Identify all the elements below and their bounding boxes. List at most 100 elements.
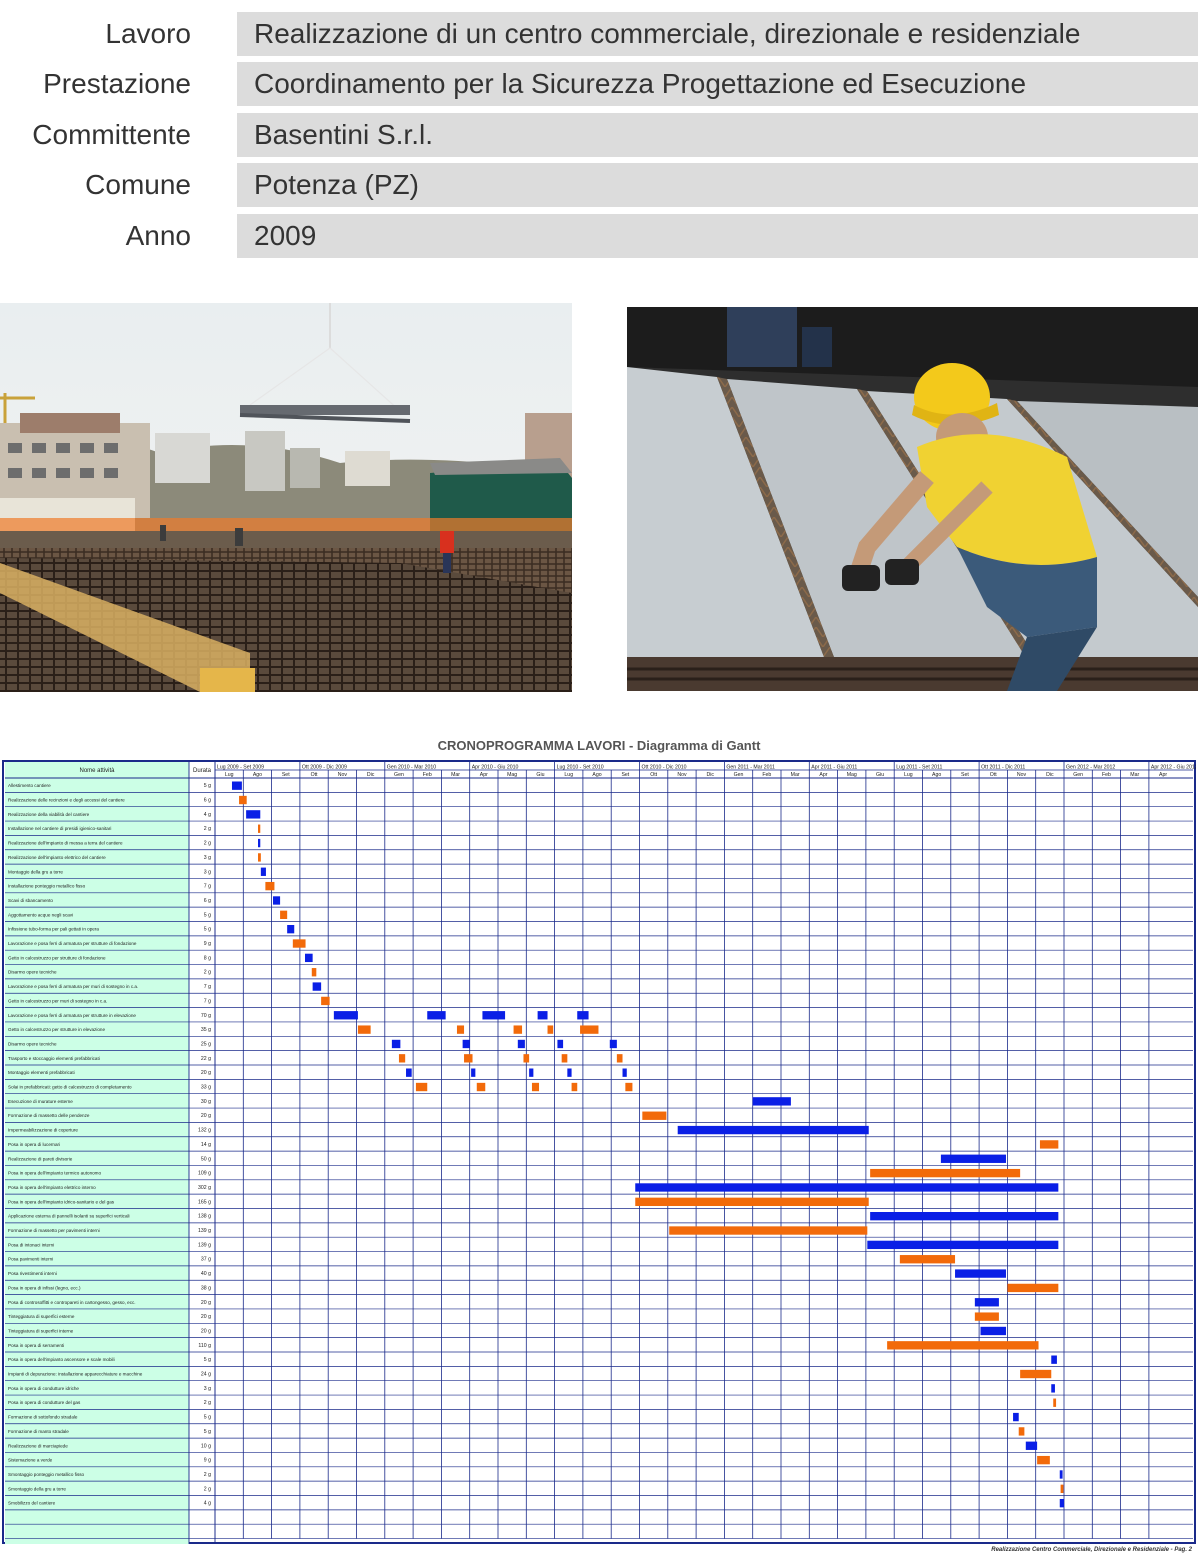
task-bar [1013,1412,1019,1422]
task-duration: 20 g [201,1314,211,1320]
task-duration: 2 g [204,1472,211,1478]
month-label: Set [621,772,629,778]
month-label: Mar [1130,772,1139,778]
header-duration-label: Durata [193,768,212,774]
month-label: Feb [762,772,771,778]
task-duration: 2 g [204,826,211,832]
task-duration: 4 g [204,812,211,818]
task-bar [333,1011,358,1020]
task-bar [287,925,295,934]
month-label: Lug [564,772,573,778]
task-bar [311,968,317,977]
info-row-lavoro: Lavoro Realizzazione di un centro commer… [0,12,1198,56]
task-name: Smontaggio ponteggio metallico fisso [8,1472,85,1477]
task-name: Realizzazione di marciapiede [8,1443,68,1448]
info-label: Prestazione [43,68,191,99]
quarter-label: Ott 2011 - Dic 2011 [981,765,1025,771]
task-duration: 3 g [204,855,211,861]
task-bar [1059,1470,1063,1479]
task-bar [406,1068,412,1077]
task-bar [1051,1355,1057,1364]
task-duration: 139 g [198,1242,211,1248]
task-bar [1060,1484,1064,1493]
task-name: Posa rivestimenti interni [8,1271,57,1276]
task-name: Posa in opera dell'impianto idrico-sanit… [8,1199,115,1204]
month-label: Mag [847,772,857,778]
task-bar [260,867,266,876]
month-label: Gen [394,772,404,778]
task-duration: 6 g [204,798,211,804]
task-bar [955,1269,1006,1278]
month-label: Ott [990,772,997,778]
task-name: Getto in calcestruzzo per strutture di f… [8,955,106,960]
month-label: Dic [1046,772,1054,778]
task-name: Solai in prefabbricati: getto di calcest… [8,1085,132,1090]
task-bar [561,1054,568,1063]
task-name: Lavorazione e posa ferri di armatura per… [8,941,137,946]
task-duration: 38 g [201,1285,211,1291]
info-label: Lavoro [105,18,191,49]
month-label: Ott [650,772,657,778]
task-duration: 7 g [204,998,211,1004]
task-bar [246,810,261,819]
task-duration: 5 g [204,927,211,933]
task-bar [974,1312,999,1321]
task-bar [567,1068,572,1077]
task-name: Installazione ponteggio metallico fisso [8,884,86,889]
month-label: Feb [423,772,432,778]
task-bar [357,1025,371,1034]
task-bar [622,1068,627,1077]
task-name: Montaggio della gru a torre [8,869,63,874]
task-duration: 302 g [198,1185,211,1191]
task-name: Formazione di massetto per pavimenti int… [8,1228,100,1233]
task-name: Posa di controsoffitti e contropareti in… [8,1300,136,1305]
task-name: Tinteggiatura di superfici esterne [8,1314,75,1319]
task-bar [280,910,288,919]
month-label: Ago [253,772,262,778]
task-duration: 50 g [201,1156,211,1162]
task-name: Lavorazione e posa ferri di armatura per… [8,984,138,989]
task-duration: 9 g [204,941,211,947]
month-label: Lug [904,772,913,778]
header-name-label: Nome attività [79,768,115,774]
task-name: Applicazione esterna di pannelli isolant… [8,1214,130,1219]
task-name: Infissione tubo-forma per pali gettati i… [8,927,99,932]
month-label: Gen [734,772,744,778]
quarter-label: Gen 2010 - Mar 2010 [387,765,436,771]
task-name: Formazione di massetto delle pendenze [8,1113,90,1118]
construction-site-photo [0,303,572,692]
info-value: Basentini S.r.l. [237,113,1198,157]
task-bar [531,1082,540,1092]
task-name: Posa in opera dell'impianto termico auto… [8,1171,102,1176]
task-name: Disarmo opere tecniche [8,1041,57,1046]
task-bar [870,1168,1021,1178]
task-duration: 110 g [198,1343,211,1349]
task-bar [258,853,261,862]
task-bar [635,1197,869,1206]
month-label: Ott [311,772,318,778]
task-duration: 20 g [201,1328,211,1334]
task-bar [1053,1398,1057,1407]
info-value: Potenza (PZ) [237,163,1198,207]
task-name: Realizzazione dell'impianto elettrico de… [8,855,106,860]
month-label: Apr [1159,772,1167,778]
task-bar [292,939,306,948]
month-label: Nov [677,772,687,778]
task-bar [899,1255,956,1264]
task-duration: 139 g [198,1228,211,1234]
task-duration: 2 g [204,970,211,976]
task-bar [415,1082,428,1092]
info-label: Committente [32,119,191,150]
info-row-committente: Committente Basentini S.r.l. [0,113,1198,157]
task-name: Realizzazione della viabilità del cantie… [8,812,90,817]
task-duration: 5 g [204,1357,211,1363]
task-duration: 20 g [201,1300,211,1306]
task-duration: 132 g [198,1128,211,1134]
task-bar [239,795,247,805]
task-bar [980,1326,1006,1336]
info-value: 2009 [237,214,1198,258]
task-bar [1059,1499,1064,1508]
task-duration: 2 g [204,1400,211,1406]
task-name: Posa in opera di lucernari [8,1142,60,1147]
task-duration: 6 g [204,898,211,904]
